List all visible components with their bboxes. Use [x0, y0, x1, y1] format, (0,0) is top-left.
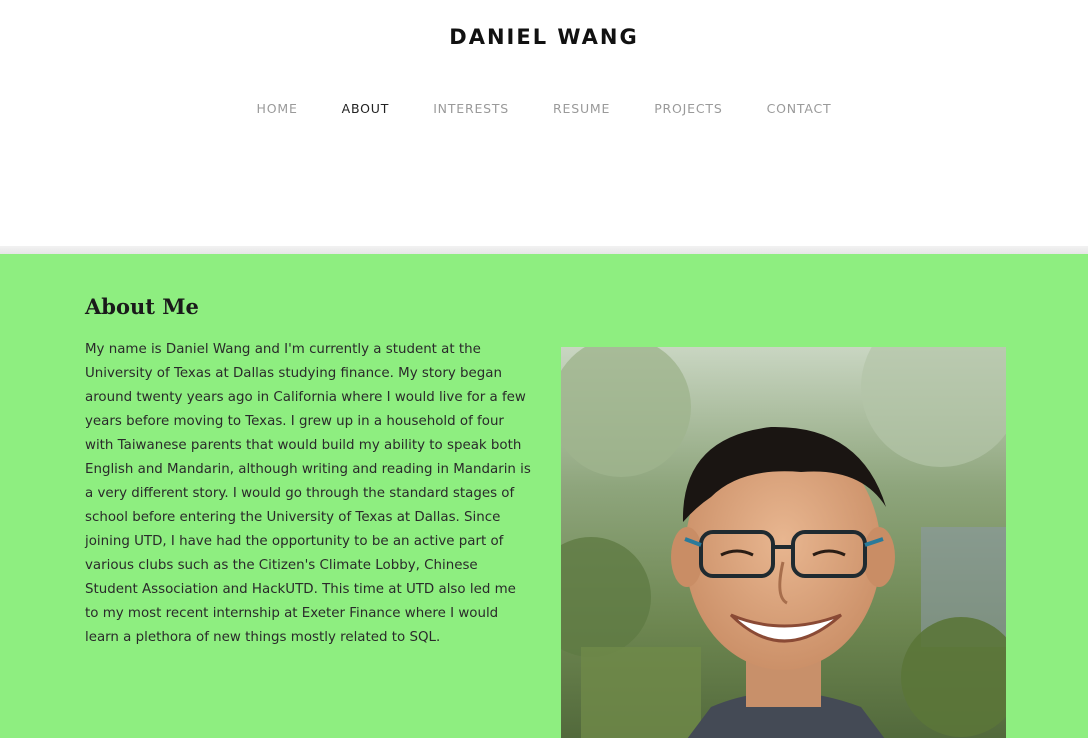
nav-item-contact[interactable]: CONTACT [767, 100, 832, 118]
header-divider [0, 246, 1088, 254]
site-title[interactable]: DANIEL WANG [0, 22, 1088, 52]
nav-item-home[interactable]: HOME [257, 100, 298, 118]
main-nav: HOME ABOUT INTERESTS RESUME PROJECTS CON… [0, 100, 1088, 118]
nav-item-about[interactable]: ABOUT [342, 100, 390, 118]
nav-item-projects[interactable]: PROJECTS [654, 100, 722, 118]
profile-photo [561, 347, 1006, 738]
site-header: DANIEL WANG HOME ABOUT INTERESTS RESUME … [0, 0, 1088, 246]
about-heading: About Me [85, 294, 199, 319]
nav-item-interests[interactable]: INTERESTS [433, 100, 509, 118]
about-section: About Me My name is Daniel Wang and I'm … [0, 254, 1088, 738]
nav-item-resume[interactable]: RESUME [553, 100, 610, 118]
about-body-text: My name is Daniel Wang and I'm currently… [85, 342, 531, 645]
page: DANIEL WANG HOME ABOUT INTERESTS RESUME … [0, 0, 1088, 738]
